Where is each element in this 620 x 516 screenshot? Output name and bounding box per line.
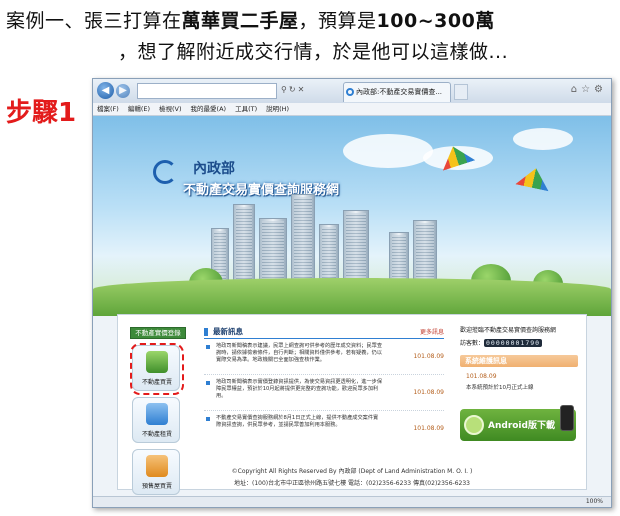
gear-icon[interactable]: ⚙	[594, 84, 607, 95]
browser-toolbar-icons[interactable]: ⌂☆⚙	[571, 84, 607, 95]
rent-icon	[146, 403, 168, 425]
title-text-c: ，預算是	[298, 10, 377, 32]
news-header: 最新訊息 更多訊息	[204, 325, 444, 339]
service-name[interactable]: 不動產交易實價查詢服務網	[183, 179, 339, 198]
visitor-count: 00000001790	[484, 339, 543, 347]
android-download-label: Android版下載	[488, 421, 555, 431]
bullet-icon	[206, 381, 210, 385]
visitor-counter: 訪客數： 00000001790	[460, 338, 580, 347]
bullet-icon	[206, 417, 210, 421]
tab-title: 內政部:不動產交易實價查...	[356, 88, 443, 96]
address-bar-input[interactable]	[137, 83, 277, 99]
ie-logo-icon	[346, 88, 354, 96]
news-text: 地政司新聞稿表示建議，民眾上網查詢可供參考的歷年成交資料；民眾查詢時，請依據檢索…	[216, 343, 383, 363]
menu-item-5[interactable]: 說明(H)	[266, 105, 289, 113]
bullet-icon	[206, 345, 210, 349]
news-text: 地政司新聞稿表示實價登錄資訊提供，為使交易資訊更透明化，進一步保障民眾權益，預計…	[216, 379, 383, 399]
new-tab-button[interactable]	[454, 84, 468, 100]
browser-window: ◀ ▶ ⚲↻✕ 內政部:不動產交易實價查... ⌂☆⚙ 檔案(F) 編輯(E) 檢視…	[92, 78, 612, 508]
sidebar-title: 不動產實價登錄	[130, 327, 186, 339]
sidebar-item-label: 不動產買賣	[141, 379, 172, 386]
news-item[interactable]: 地政司新聞稿表示建議，民眾上網查詢可供參考的歷年成交資料；民眾查詢時，請依據檢索…	[204, 339, 444, 375]
footer-copyright: ©Copyright All Rights Reserved By 內政部 (D…	[231, 468, 473, 475]
menu-item-3[interactable]: 我的最愛(A)	[191, 105, 227, 113]
favorites-star-icon[interactable]: ☆	[581, 84, 594, 95]
android-icon	[464, 415, 484, 435]
cloud	[513, 128, 573, 150]
news-item[interactable]: 不動產交易實價查詢服務網於8月1日正式上線，提供不動產成交案件實際資訊查詢，供民…	[204, 411, 444, 447]
slide-title-line1: 案例一、張三打算在萬華買二手屋，預算是100~300萬	[6, 6, 495, 33]
news-item[interactable]: 地政司新聞稿表示實價登錄資訊提供，為使交易資訊更透明化，進一步保障民眾權益，預計…	[204, 375, 444, 411]
news-section: 最新訊息 更多訊息 地政司新聞稿表示建議，民眾上網查詢可供參考的歷年成交資料；民…	[204, 325, 444, 447]
building	[291, 194, 315, 290]
sidebar-item-rent[interactable]: 不動產租賃	[132, 397, 180, 443]
menu-item-1[interactable]: 編輯(E)	[128, 105, 150, 113]
title-text-b: 萬華買二手屋	[181, 10, 299, 32]
phone-icon	[560, 405, 574, 431]
back-arrow-icon[interactable]: ◀	[97, 82, 114, 99]
system-notice-date: 101.08.09	[466, 373, 497, 380]
grass-hill	[93, 278, 611, 316]
android-download-button[interactable]: Android版下載	[460, 405, 576, 441]
menu-item-2[interactable]: 檢視(V)	[159, 105, 182, 113]
building	[233, 204, 255, 290]
house-sale-icon	[146, 351, 168, 373]
menu-item-0[interactable]: 檔案(F)	[97, 105, 119, 113]
system-notice-text[interactable]: 本系統預計於10月正式上線	[460, 383, 580, 391]
kite-icon	[515, 165, 552, 192]
slide-title-line2: ，想了解附近成交行情，於是他可以這樣做...	[118, 41, 509, 63]
browser-address-row: ◀ ▶ ⚲↻✕ 內政部:不動產交易實價查... ⌂☆⚙	[93, 79, 611, 103]
step-label: 步驟1	[6, 98, 77, 128]
browser-menu-bar: 檔案(F) 編輯(E) 檢視(V) 我的最愛(A) 工具(T) 說明(H)	[93, 103, 611, 116]
site-banner: 內政部 不動產交易實價查詢服務網	[93, 116, 611, 316]
content-panel: 不動產實價登錄 不動產買賣 不動產租賃 預售屋買賣 最新訊息 更多訊息 地政司新…	[117, 314, 587, 495]
news-date: 101.08.09	[413, 425, 444, 432]
visitor-label: 訪客數：	[460, 340, 485, 347]
news-text: 不動產交易實價查詢服務網於8月1日正式上線，提供不動產成交案件實際資訊查詢，供民…	[216, 415, 379, 428]
forward-arrow-icon[interactable]: ▶	[116, 84, 130, 98]
news-date: 101.08.09	[413, 353, 444, 360]
page-viewport: 內政部 不動產交易實價查詢服務網 不動產實價登錄 不動產買賣 不動產租賃 預售屋…	[93, 116, 611, 498]
address-bar-icons[interactable]: ⚲↻✕	[281, 85, 306, 94]
news-date: 101.08.09	[413, 389, 444, 396]
system-notice-title: 系統維護訊息	[460, 355, 578, 367]
title-text-a: 案例一、張三打算在	[6, 10, 182, 32]
moi-logo-icon	[153, 160, 177, 184]
right-column: 歡迎蒞臨不動產交易實價查詢服務網 訪客數： 00000001790 系統維護訊息 …	[460, 325, 580, 441]
dept-name[interactable]: 內政部	[193, 158, 235, 178]
home-icon[interactable]: ⌂	[571, 84, 581, 95]
more-news-link[interactable]: 更多訊息	[420, 326, 444, 339]
footer-address: 地址：(100)台北市中正區徐州路五號七樓 電話：(02)2356-6233 傳…	[234, 480, 470, 487]
menu-item-4[interactable]: 工具(T)	[235, 105, 257, 113]
sidebar-item-sale[interactable]: 不動產買賣	[130, 343, 184, 395]
status-bar: 100%	[93, 496, 611, 507]
news-title: 最新訊息	[213, 327, 243, 336]
browser-tab[interactable]: 內政部:不動產交易實價查...	[343, 82, 451, 102]
sidebar-item-label: 不動產租賃	[141, 431, 172, 438]
welcome-text: 歡迎蒞臨不動產交易實價查詢服務網	[460, 327, 557, 334]
zoom-level[interactable]: 100%	[586, 498, 603, 505]
title-text-d: 100~300萬	[376, 10, 495, 32]
cloud	[343, 134, 433, 168]
